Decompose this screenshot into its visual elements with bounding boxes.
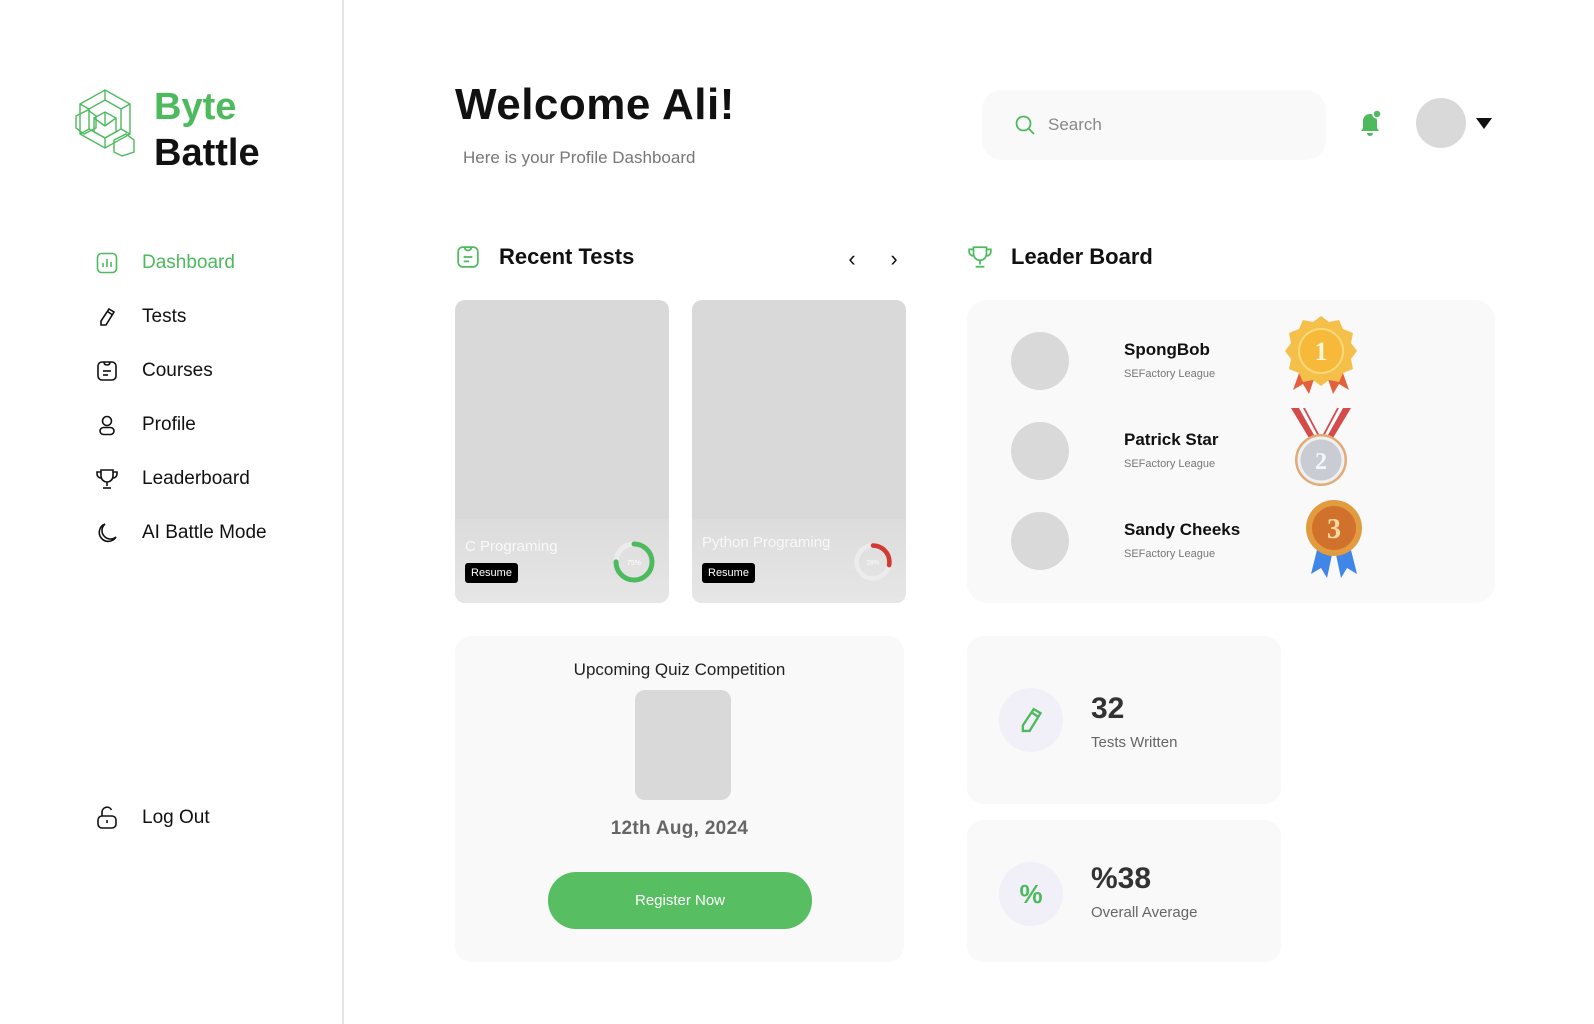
- sidebar-item-profile[interactable]: Profile: [94, 398, 324, 452]
- avatar: [1011, 512, 1069, 570]
- leaderboard-header: Leader Board: [967, 244, 1153, 270]
- stat-card-overall-average: % %38 Overall Average: [967, 820, 1281, 962]
- stat-icon-circle: %: [999, 862, 1063, 926]
- silver-medal-icon: 2: [1291, 408, 1351, 486]
- progress-label: 75%: [627, 560, 641, 567]
- player-league: SEFactory League: [1124, 548, 1216, 560]
- sidebar-item-tests[interactable]: Tests: [94, 290, 324, 344]
- sidebar-item-ai-battle-mode[interactable]: AI Battle Mode: [94, 506, 324, 560]
- recent-tests-title: Recent Tests: [499, 244, 635, 269]
- next-arrow-icon[interactable]: ›: [884, 246, 904, 272]
- user-avatar[interactable]: [1416, 98, 1466, 148]
- dashboard-icon: [94, 250, 120, 276]
- sidebar-item-label: AI Battle Mode: [142, 522, 267, 543]
- test-card[interactable]: Python Programing Resume 28%: [692, 300, 906, 603]
- pencil-icon: [94, 304, 120, 330]
- trophy-icon: [94, 466, 120, 492]
- player-name: Patrick Star: [1124, 430, 1219, 449]
- brand-line2: Battle: [154, 132, 260, 174]
- leaderboard-row[interactable]: SpongBob SEFactory League 1: [1011, 316, 1481, 394]
- pencil-icon: [1021, 707, 1043, 733]
- progress-ring: 75%: [613, 541, 655, 583]
- sidebar-item-label: Leaderboard: [142, 468, 250, 489]
- test-card[interactable]: C Programing Resume 75%: [455, 300, 669, 603]
- moon-icon: [94, 520, 120, 546]
- stat-card-tests-written: 32 Tests Written: [967, 636, 1281, 804]
- page-subtitle: Here is your Profile Dashboard: [463, 148, 696, 167]
- register-now-button[interactable]: Register Now: [548, 872, 812, 929]
- account-dropdown-caret-icon[interactable]: [1476, 118, 1492, 129]
- sidebar-item-label: Courses: [142, 360, 213, 381]
- stat-icon-circle: [999, 688, 1063, 752]
- brand-wordmark: Byte Battle: [154, 84, 260, 176]
- stat-label: Overall Average: [1091, 904, 1198, 921]
- search-bar[interactable]: [982, 90, 1326, 160]
- recent-tests-header: Recent Tests: [455, 244, 634, 270]
- sidebar-item-leaderboard[interactable]: Leaderboard: [94, 452, 324, 506]
- clipboard-icon: [455, 244, 481, 270]
- user-icon: [94, 412, 120, 438]
- bronze-medal-icon: 3: [1306, 500, 1362, 578]
- stat-value: %38: [1091, 862, 1152, 895]
- quiz-date: 12th Aug, 2024: [610, 818, 749, 839]
- stat-label: Tests Written: [1091, 734, 1178, 751]
- avatar: [1011, 422, 1069, 480]
- medal-rank: 2: [1315, 449, 1327, 475]
- progress-label: 28%: [867, 560, 880, 567]
- logo-cube-icon: [75, 89, 135, 157]
- player-league: SEFactory League: [1124, 368, 1216, 380]
- percent-icon: %: [1019, 878, 1043, 909]
- search-input[interactable]: [1048, 115, 1298, 135]
- leaderboard-panel: SpongBob SEFactory League 1 Patrick Star…: [967, 300, 1495, 603]
- sidebar-item-courses[interactable]: Courses: [94, 344, 324, 398]
- logout-label: Log Out: [142, 807, 210, 828]
- leaderboard-title: Leader Board: [1011, 244, 1153, 269]
- player-league: SEFactory League: [1124, 458, 1216, 470]
- quiz-image: [635, 690, 731, 800]
- search-icon: [1015, 115, 1035, 135]
- brand-line1: Byte: [154, 86, 237, 128]
- leaderboard-row[interactable]: Patrick Star SEFactory League 2: [1011, 408, 1481, 486]
- brand-logo[interactable]: Byte Battle: [74, 84, 314, 174]
- sidebar-item-label: Dashboard: [142, 252, 235, 273]
- test-name: Python Programing: [702, 534, 831, 551]
- medal-rank: 1: [1315, 337, 1328, 366]
- progress-ring: 28%: [854, 543, 892, 581]
- sidebar: Byte Battle Dashboard Tests Courses Prof…: [0, 0, 344, 1024]
- clipboard-icon: [94, 358, 120, 384]
- avatar: [1011, 332, 1069, 390]
- resume-button[interactable]: Resume: [465, 563, 518, 583]
- quiz-title: Upcoming Quiz Competition: [573, 660, 786, 679]
- sidebar-nav: Dashboard Tests Courses Profile Leaderbo…: [94, 236, 324, 560]
- upcoming-quiz-card: Upcoming Quiz Competition 12th Aug, 2024…: [455, 636, 904, 962]
- prev-arrow-icon[interactable]: ‹: [842, 246, 862, 272]
- stat-value: 32: [1091, 692, 1125, 725]
- resume-button[interactable]: Resume: [702, 563, 755, 583]
- notification-bell-icon[interactable]: [1356, 108, 1384, 138]
- logout-button[interactable]: Log Out: [94, 805, 210, 831]
- test-name: C Programing: [465, 538, 558, 555]
- sidebar-item-label: Profile: [142, 414, 196, 435]
- medal-rank: 3: [1327, 514, 1341, 545]
- trophy-icon: [967, 244, 993, 270]
- sidebar-item-label: Tests: [142, 306, 187, 327]
- player-name: SpongBob: [1124, 340, 1210, 359]
- page-title: Welcome Ali!: [455, 80, 735, 129]
- sidebar-item-dashboard[interactable]: Dashboard: [94, 236, 324, 290]
- unlock-icon: [94, 805, 120, 831]
- gold-medal-icon: 1: [1285, 316, 1357, 394]
- leaderboard-row[interactable]: Sandy Cheeks SEFactory League 3: [1011, 500, 1481, 578]
- player-name: Sandy Cheeks: [1124, 520, 1241, 539]
